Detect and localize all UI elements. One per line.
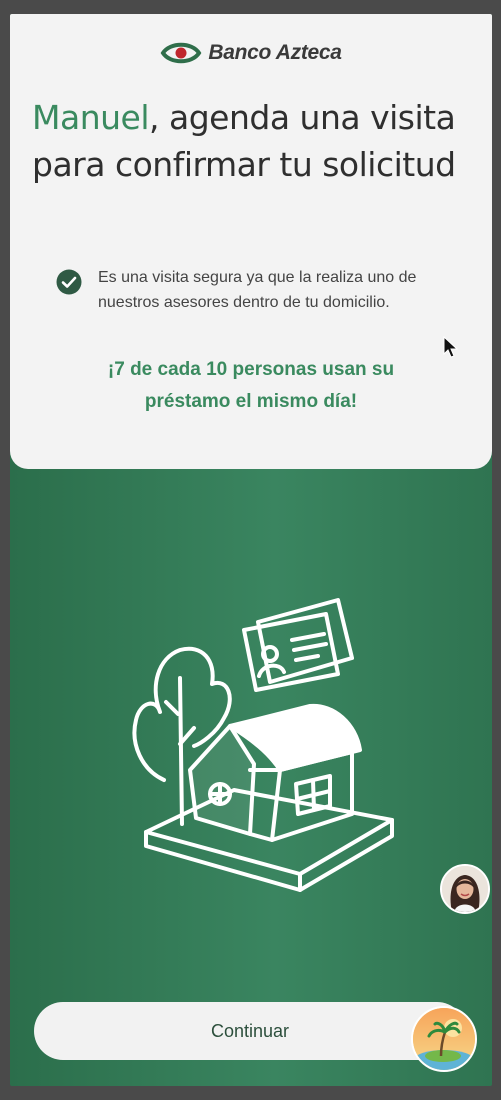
continue-button[interactable]: Continuar (34, 1002, 466, 1060)
check-circle-icon (56, 269, 82, 295)
help-floating-button[interactable] (411, 1006, 477, 1072)
banco-azteca-logo-icon (160, 42, 202, 64)
house-illustration (132, 598, 394, 892)
user-name: Manuel (32, 98, 150, 137)
house-icon (188, 703, 362, 842)
promo-line-1: ¡7 de cada 10 personas usan su (107, 359, 395, 380)
info-bullet: Es una visita segura ya que la realiza u… (56, 265, 456, 315)
beach-island-icon (413, 1008, 475, 1070)
page-title: Manuel, agenda una visita para confirmar… (32, 94, 482, 188)
promo-line-2: préstamo el mismo día! (144, 391, 358, 412)
id-card-icon (242, 598, 354, 692)
promo-message: ¡7 de cada 10 personas usan su préstamo … (10, 354, 492, 418)
brand-name: Banco Azteca (208, 41, 342, 64)
app-screen: Banco Azteca Manuel, agenda una visita p… (10, 14, 492, 1086)
bullet-text: Es una visita segura ya que la realiza u… (98, 269, 417, 311)
person-avatar-icon (442, 866, 488, 912)
info-card: Banco Azteca Manuel, agenda una visita p… (10, 14, 492, 469)
brand-logo: Banco Azteca (10, 40, 492, 66)
mouse-cursor-icon (443, 336, 459, 358)
assistant-avatar[interactable] (440, 864, 490, 914)
